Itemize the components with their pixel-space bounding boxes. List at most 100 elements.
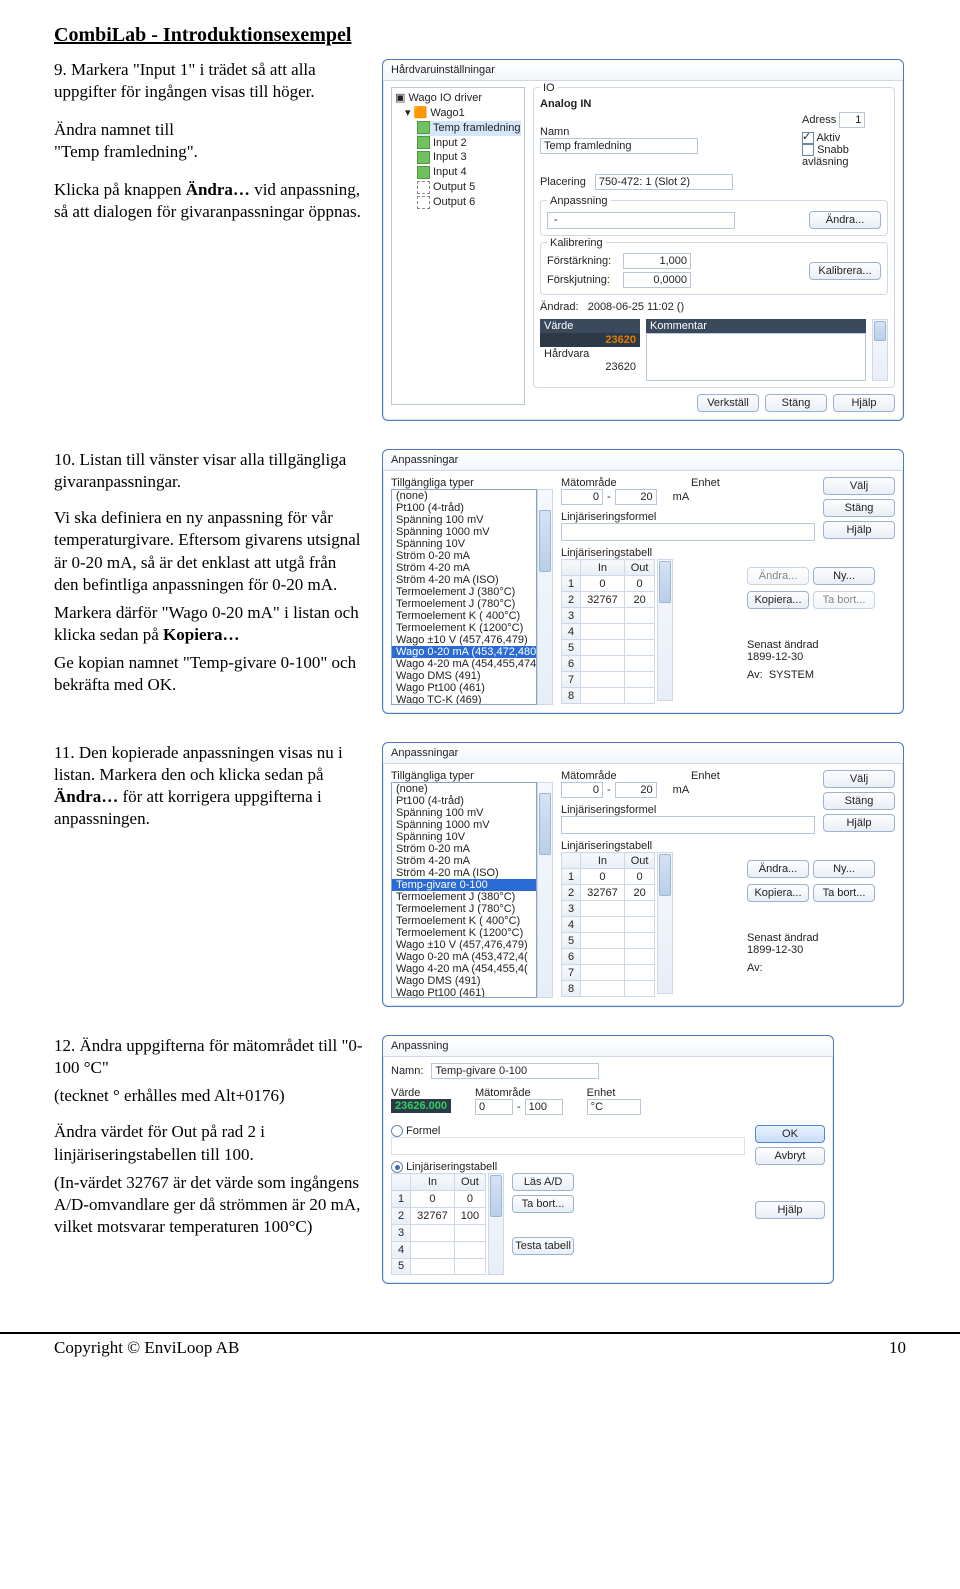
scrollbar[interactable] — [872, 319, 888, 381]
read-ad-button[interactable]: Läs A/D — [512, 1173, 574, 1191]
table-radio[interactable] — [391, 1161, 403, 1173]
name-label: Namn: — [391, 1065, 423, 1077]
list-item[interactable]: Termoelement J (780°C) — [392, 903, 536, 915]
gain-input[interactable]: 1,000 — [623, 253, 691, 269]
delete-button[interactable]: Ta bort... — [813, 884, 875, 902]
cancel-button[interactable]: Avbryt — [755, 1147, 825, 1165]
list-item[interactable]: Wago 0-20 mA (453,472,4( — [392, 951, 536, 963]
adaptation-display: - — [547, 212, 735, 229]
select-button[interactable]: Välj — [823, 477, 895, 495]
comment-input[interactable] — [646, 333, 866, 381]
tree-item[interactable]: Input 3 — [417, 150, 521, 165]
table-label: Linjäriseringstabell — [561, 547, 815, 559]
list-item[interactable]: Spänning 1000 mV — [392, 526, 536, 538]
help-button[interactable]: Hjälp — [823, 814, 895, 832]
list-item[interactable]: Termoelement K (1200°C) — [392, 927, 536, 939]
list-item[interactable]: Spänning 1000 mV — [392, 819, 536, 831]
help-button[interactable]: Hjälp — [833, 394, 895, 412]
offset-input[interactable]: 0,0000 — [623, 272, 691, 288]
close-button[interactable]: Stäng — [765, 394, 827, 412]
list-item[interactable]: Termoelement J (780°C) — [392, 598, 536, 610]
range-high-input[interactable]: 100 — [525, 1099, 563, 1115]
types-listbox[interactable]: (none)Pt100 (4-tråd)Spänning 100 mVSpänn… — [391, 489, 537, 705]
list-item[interactable]: Ström 0-20 mA — [392, 550, 536, 562]
list-item[interactable]: Temp-givare 0-100 — [392, 879, 536, 891]
device-tree[interactable]: ▣ Wago IO driver ▾ 🟧 Wago1 Temp framledn… — [391, 87, 525, 405]
adaptation-edit-dialog: Anpassning Namn: Temp-givare 0-100 Värde… — [382, 1035, 834, 1284]
list-item[interactable]: Wago Pt100 (461) — [392, 987, 536, 998]
address-input[interactable]: 1 — [839, 112, 865, 128]
list-item[interactable]: Spänning 100 mV — [392, 807, 536, 819]
list-item[interactable]: Ström 4-20 mA (ISO) — [392, 574, 536, 586]
active-checkbox[interactable] — [802, 132, 814, 144]
help-button[interactable]: Hjälp — [823, 521, 895, 539]
list-item[interactable]: Wago 4-20 mA (454,455,4( — [392, 963, 536, 975]
step-12-text: 12. Ändra uppgifterna för mätområdet til… — [54, 1035, 364, 1244]
close-button[interactable]: Stäng — [823, 499, 895, 517]
list-item[interactable]: Wago DMS (491) — [392, 670, 536, 682]
list-item[interactable]: Spänning 100 mV — [392, 514, 536, 526]
name-input[interactable]: Temp-givare 0-100 — [431, 1063, 599, 1079]
list-item[interactable]: Wago DMS (491) — [392, 975, 536, 987]
list-item[interactable]: Ström 4-20 mA — [392, 562, 536, 574]
calibrate-button[interactable]: Kalibrera... — [809, 262, 881, 280]
list-item[interactable]: (none) — [392, 783, 536, 795]
tree-item[interactable]: Output 6 — [417, 195, 521, 210]
list-item[interactable]: Termoelement J (380°C) — [392, 891, 536, 903]
scrollbar[interactable] — [488, 1173, 504, 1275]
select-button[interactable]: Välj — [823, 770, 895, 788]
list-item[interactable]: Termoelement K ( 400°C) — [392, 915, 536, 927]
list-item[interactable]: Wago Pt100 (461) — [392, 682, 536, 694]
list-item[interactable]: Spänning 10V — [392, 831, 536, 843]
list-item[interactable]: Pt100 (4-tråd) — [392, 795, 536, 807]
formula-radio[interactable] — [391, 1125, 403, 1137]
copy-button[interactable]: Kopiera... — [747, 591, 809, 609]
close-button[interactable]: Stäng — [823, 792, 895, 810]
new-button[interactable]: Ny... — [813, 860, 875, 878]
name-input[interactable]: Temp framledning — [540, 138, 698, 154]
types-listbox[interactable]: (none)Pt100 (4-tråd)Spänning 100 mVSpänn… — [391, 782, 537, 998]
tree-item[interactable]: Input 4 — [417, 165, 521, 180]
list-item[interactable]: Wago ±10 V (457,476,479) — [392, 939, 536, 951]
help-button[interactable]: Hjälp — [755, 1201, 825, 1219]
list-item[interactable]: Termoelement K ( 400°C) — [392, 610, 536, 622]
test-table-button[interactable]: Testa tabell — [512, 1237, 574, 1255]
list-item[interactable]: Ström 4-20 mA — [392, 855, 536, 867]
scrollbar[interactable] — [537, 489, 553, 705]
scrollbar[interactable] — [657, 559, 673, 701]
list-item[interactable]: Wago 4-20 mA (454,455,474) — [392, 658, 536, 670]
delete-button[interactable]: Ta bort... — [512, 1195, 574, 1213]
list-item[interactable]: Pt100 (4-tråd) — [392, 502, 536, 514]
list-item[interactable]: Termoelement J (380°C) — [392, 586, 536, 598]
tree-item[interactable]: Temp framledning — [417, 121, 521, 136]
fast-read-checkbox[interactable] — [802, 144, 814, 156]
range-low-input[interactable]: 0 — [475, 1099, 513, 1115]
list-item[interactable]: Wago 0-20 mA (453,472,480) — [392, 646, 536, 658]
list-item[interactable]: Ström 4-20 mA (ISO) — [392, 867, 536, 879]
placement-select[interactable]: 750-472: 1 (Slot 2) — [595, 174, 733, 190]
list-item[interactable]: Spänning 10V — [392, 538, 536, 550]
range-low: 0 — [561, 782, 603, 798]
new-button[interactable]: Ny... — [813, 567, 875, 585]
linearization-table[interactable]: InOut 100 23276720 3 4 5 6 7 8 — [561, 852, 655, 997]
tree-item[interactable]: Input 2 — [417, 136, 521, 151]
list-item[interactable]: Wago TC-K (469) — [392, 694, 536, 705]
copy-button[interactable]: Kopiera... — [747, 884, 809, 902]
apply-button[interactable]: Verkställ — [697, 394, 759, 412]
by-value: SYSTEM — [769, 669, 814, 681]
list-item[interactable]: Termoelement K (1200°C) — [392, 622, 536, 634]
last-changed-value: 1899-12-30 — [747, 944, 895, 956]
scrollbar[interactable] — [537, 782, 553, 998]
linearization-table[interactable]: InOut 100 232767100 3 4 5 — [391, 1173, 486, 1275]
scrollbar[interactable] — [657, 852, 673, 994]
change-button[interactable]: Ändra... — [809, 211, 881, 229]
formula-display — [561, 816, 815, 834]
list-item[interactable]: (none) — [392, 490, 536, 502]
list-item[interactable]: Wago ±10 V (457,476,479) — [392, 634, 536, 646]
tree-item[interactable]: Output 5 — [417, 180, 521, 195]
list-item[interactable]: Ström 0-20 mA — [392, 843, 536, 855]
ok-button[interactable]: OK — [755, 1125, 825, 1143]
unit-input[interactable]: °C — [587, 1099, 641, 1115]
edit-button[interactable]: Ändra... — [747, 860, 809, 878]
linearization-table[interactable]: InOut 100 23276720 3 4 5 6 7 8 — [561, 559, 655, 704]
